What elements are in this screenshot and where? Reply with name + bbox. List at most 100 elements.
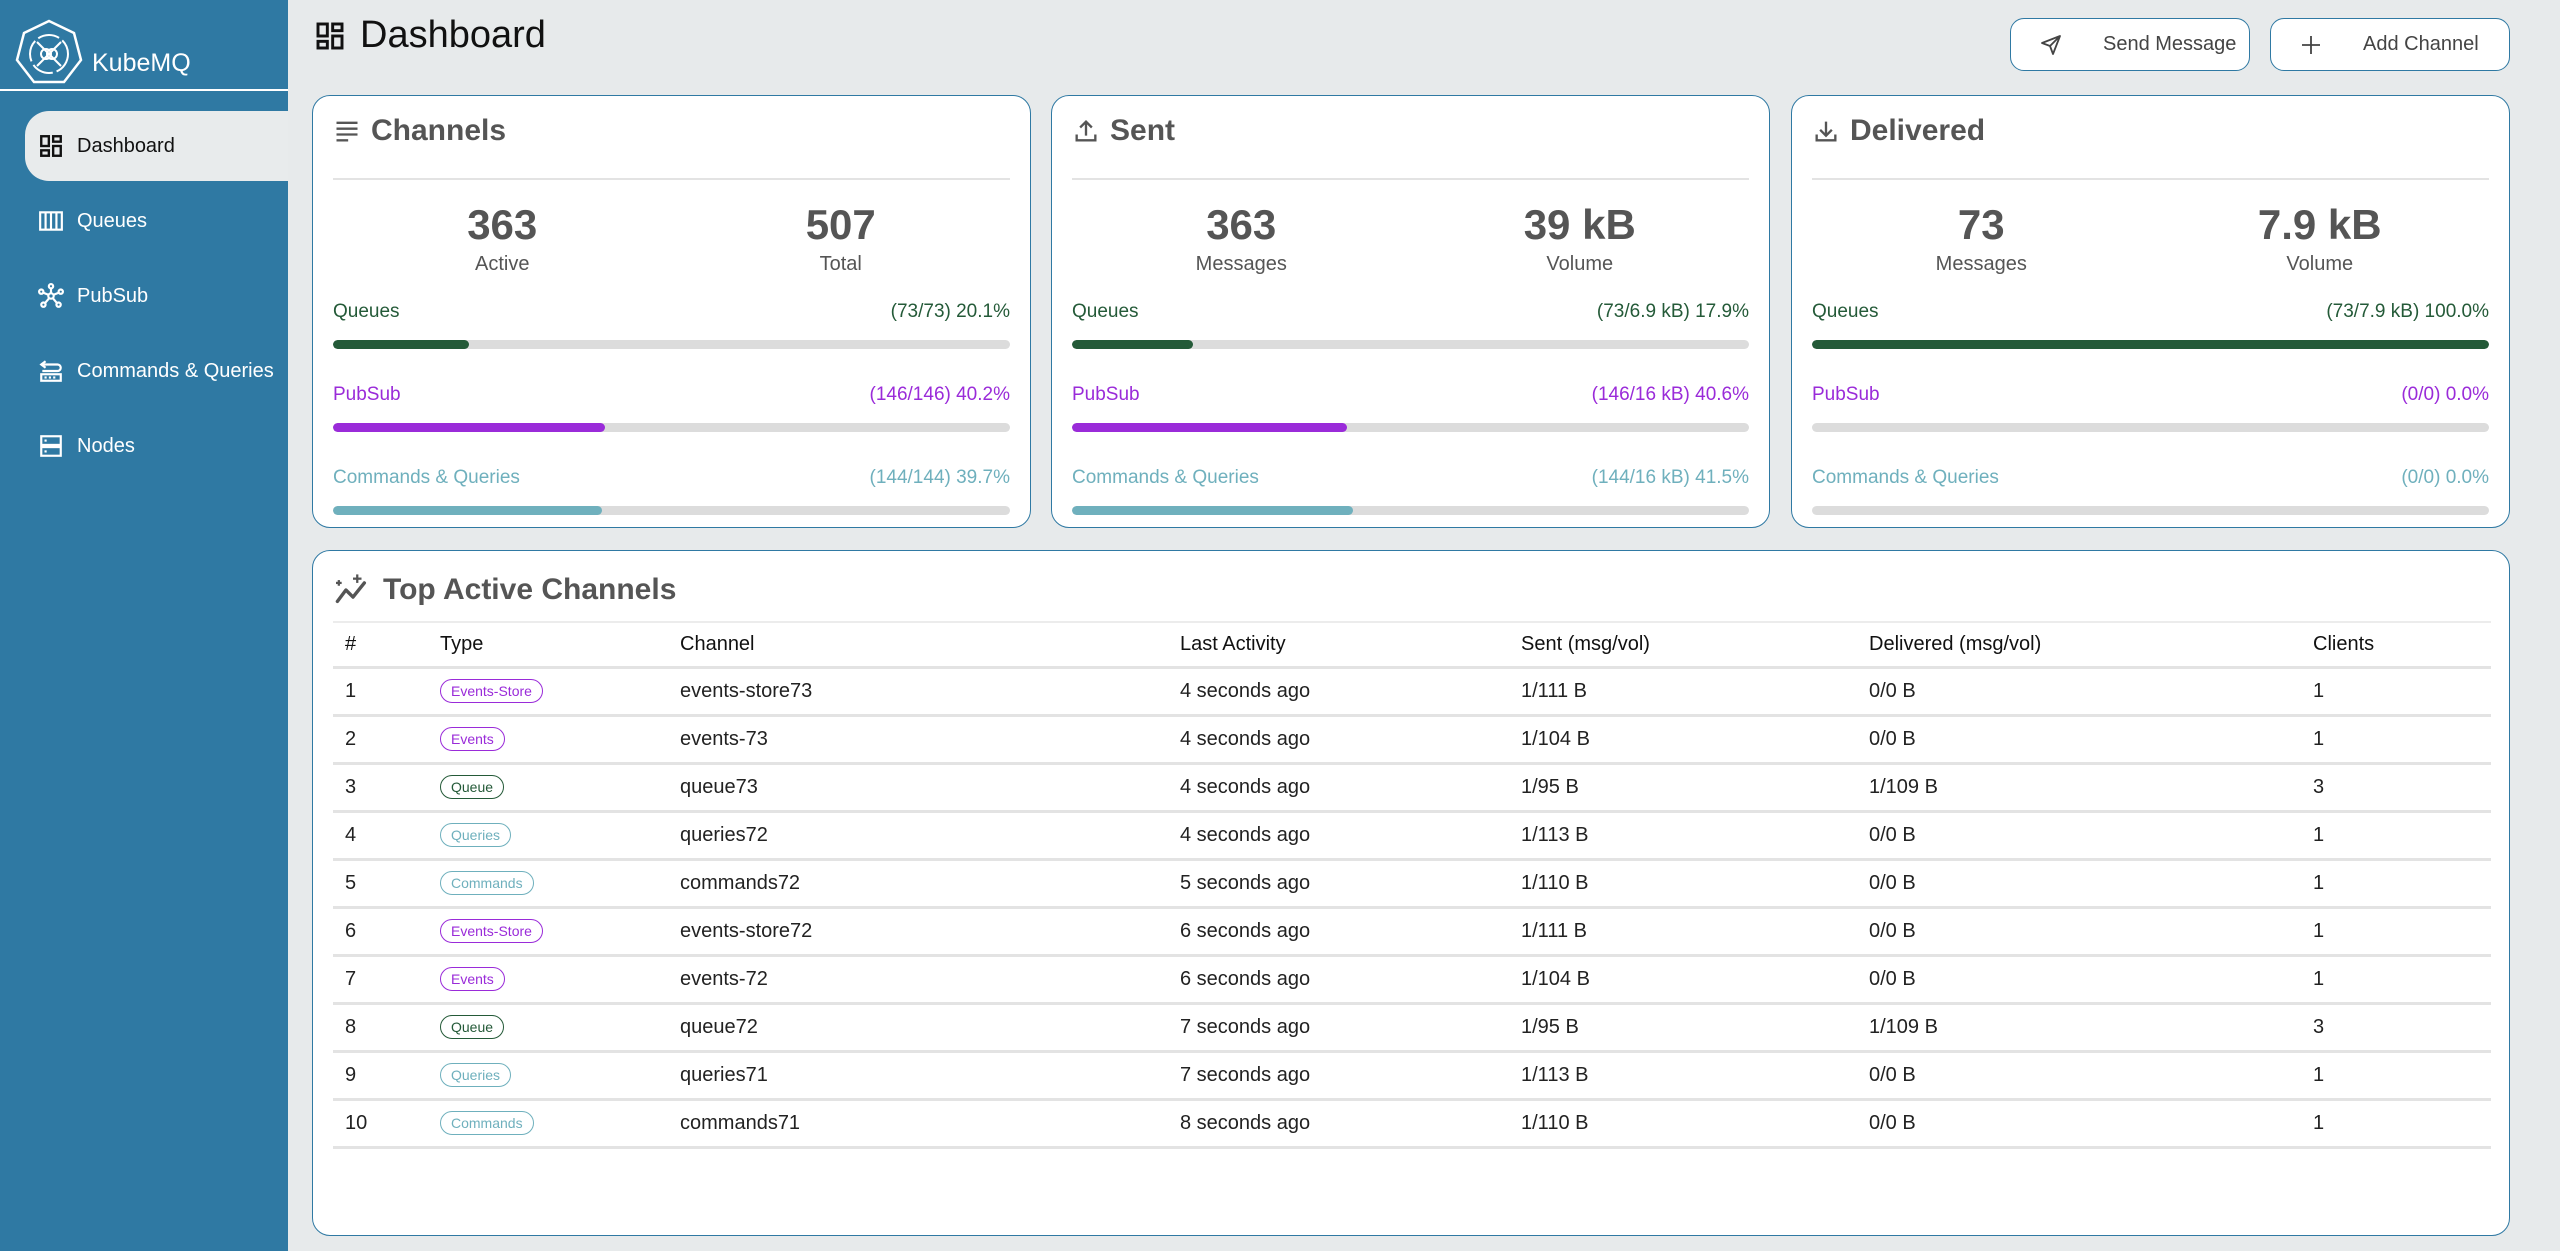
stat-volume: 7.9 kB Volume	[2151, 201, 2490, 276]
bar-label: PubSub	[1072, 384, 1140, 405]
card-header: Top Active Channels	[333, 573, 676, 607]
cell-channel[interactable]: queries72	[668, 811, 1168, 861]
type-badge: Queue	[440, 1015, 505, 1039]
progress-track	[1072, 340, 1749, 349]
col-header-last-activity[interactable]: Last Activity	[1168, 621, 1509, 669]
type-badge: Queries	[440, 823, 512, 847]
bar-row-pubsub: PubSub (146/16 kB) 40.6%	[1072, 381, 1749, 464]
bar-header: PubSub (146/146) 40.2%	[333, 381, 1010, 409]
sidebar-item-dashboard[interactable]: Dashboard	[25, 111, 288, 181]
cell-channel[interactable]: queue73	[668, 763, 1168, 813]
cell-delivered: 0/0 B	[1857, 859, 2301, 909]
logo[interactable]: KubeMQ	[14, 8, 284, 88]
stat-messages: 73 Messages	[1812, 201, 2151, 276]
stats: 73 Messages 7.9 kB Volume	[1812, 201, 2489, 276]
cell-number: 3	[333, 763, 428, 813]
bar-header: PubSub (0/0) 0.0%	[1812, 381, 2489, 409]
cell-clients: 1	[2301, 715, 2491, 765]
bar-row-queues: Queues (73/7.9 kB) 100.0%	[1812, 298, 2489, 381]
logo-divider	[0, 89, 288, 91]
sidebar-item-queues[interactable]: Queues	[25, 186, 288, 256]
cell-channel[interactable]: events-73	[668, 715, 1168, 765]
col-header-sent[interactable]: Sent (msg/vol)	[1509, 621, 1857, 669]
cell-last-activity: 8 seconds ago	[1168, 1099, 1509, 1149]
delivered-card: Delivered 73 Messages 7.9 kB Volume Queu…	[1791, 95, 2510, 528]
stat-value: 507	[805, 201, 876, 248]
cell-channel[interactable]: events-store72	[668, 907, 1168, 957]
bar-row-queues: Queues (73/6.9 kB) 17.9%	[1072, 298, 1749, 381]
sidebar-item-label: Commands & Queries	[77, 359, 274, 382]
bar-header: Queues (73/7.9 kB) 100.0%	[1812, 298, 2489, 326]
cell-last-activity: 7 seconds ago	[1168, 1003, 1509, 1053]
sidebar-item-commands-queries[interactable]: Commands & Queries	[25, 336, 288, 406]
cell-delivered: 0/0 B	[1857, 811, 2301, 861]
bar-detail: (0/0) 0.0%	[2401, 384, 2489, 405]
cell-last-activity: 5 seconds ago	[1168, 859, 1509, 909]
cell-clients: 3	[2301, 763, 2491, 813]
stat-value: 73	[1957, 201, 2005, 248]
stat-label: Volume	[1546, 253, 1614, 275]
table-row[interactable]: 7 Events events-72 6 seconds ago 1/104 B 0/0 …	[333, 955, 2491, 1005]
table-row[interactable]: 2 Events events-73 4 seconds ago 1/104 B 0/0 …	[333, 715, 2491, 765]
cell-clients: 1	[2301, 907, 2491, 957]
cell-last-activity: 6 seconds ago	[1168, 955, 1509, 1005]
table-row[interactable]: 10 Commands commands71 8 seconds ago 1/110 B…	[333, 1099, 2491, 1149]
sidebar-item-pubsub[interactable]: PubSub	[25, 261, 288, 331]
sidebar-item-label: Nodes	[77, 434, 135, 457]
sidebar-item-label: Queues	[77, 209, 148, 232]
cell-sent: 1/95 B	[1509, 763, 1857, 813]
table-row[interactable]: 9 Queries queries71 7 seconds ago 1/113 B 0/0…	[333, 1051, 2491, 1101]
progress-fill	[1812, 340, 2489, 349]
type-badge: Events	[440, 967, 505, 991]
cell-clients: 1	[2301, 1099, 2491, 1149]
card-header: Channels	[333, 114, 506, 148]
cell-type: Queue	[428, 1003, 668, 1053]
page-title: Dashboard	[314, 14, 546, 57]
sidebar-item-nodes[interactable]: Nodes	[25, 411, 288, 481]
card-title: Channels	[371, 114, 507, 147]
cell-type: Queries	[428, 1051, 668, 1101]
cell-sent: 1/104 B	[1509, 715, 1857, 765]
cell-channel[interactable]: commands72	[668, 859, 1168, 909]
table-body: 1 Events-Store events-store73 4 seconds ago…	[333, 667, 2491, 1149]
send-message-button[interactable]: Send Message	[2010, 18, 2250, 71]
progress-track	[1072, 423, 1749, 432]
stat-total: 507 Total	[672, 201, 1011, 276]
type-badge: Events-Store	[440, 919, 543, 943]
table-row[interactable]: 8 Queue queue72 7 seconds ago 1/95 B 1/109 B3	[333, 1003, 2491, 1053]
cell-type: Events	[428, 955, 668, 1005]
cell-number: 6	[333, 907, 428, 957]
cell-channel[interactable]: queries71	[668, 1051, 1168, 1101]
progress-track	[1072, 506, 1749, 515]
cell-channel[interactable]: commands71	[668, 1099, 1168, 1149]
cell-sent: 1/113 B	[1509, 1051, 1857, 1101]
table-row[interactable]: 3 Queue queue73 4 seconds ago 1/95 B 1/109 B3	[333, 763, 2491, 813]
cell-channel[interactable]: queue72	[668, 1003, 1168, 1053]
cell-channel[interactable]: events-store73	[668, 667, 1168, 717]
bar-detail: (73/73) 20.1%	[890, 301, 1010, 322]
stat-label: Active	[475, 253, 530, 275]
stat-active: 363 Active	[333, 201, 672, 276]
bar-row-commands-queries: Commands & Queries (144/16 kB) 41.5%	[1072, 464, 1749, 547]
col-header-number[interactable]: #	[333, 621, 428, 669]
bar-label: Queues	[333, 301, 400, 322]
app-name: KubeMQ	[92, 49, 191, 77]
col-header-delivered[interactable]: Delivered (msg/vol)	[1857, 621, 2301, 669]
table-row[interactable]: 6 Events-Store events-store72 6 seconds ago…	[333, 907, 2491, 957]
add-channel-button[interactable]: Add Channel	[2270, 18, 2510, 71]
table-row[interactable]: 1 Events-Store events-store73 4 seconds ago…	[333, 667, 2491, 717]
table-row[interactable]: 5 Commands commands72 5 seconds ago 1/110 B0…	[333, 859, 2491, 909]
progress-bars: Queues (73/73) 20.1% PubSub (146/146) 40.2%…	[333, 298, 1010, 547]
cell-channel[interactable]: events-72	[668, 955, 1168, 1005]
bar-detail: (73/7.9 kB) 100.0%	[2326, 301, 2489, 322]
col-header-type[interactable]: Type	[428, 621, 668, 669]
bar-label: Commands & Queries	[1072, 467, 1259, 488]
cell-clients: 1	[2301, 955, 2491, 1005]
col-header-clients[interactable]: Clients	[2301, 621, 2491, 669]
col-header-channel[interactable]: Channel	[668, 621, 1168, 669]
stat-value: 363	[467, 201, 538, 248]
divider	[1812, 178, 2489, 180]
table-row[interactable]: 4 Queries queries72 4 seconds ago 1/113 B 0/0…	[333, 811, 2491, 861]
type-badge: Commands	[440, 871, 534, 895]
stat-label: Total	[819, 253, 862, 275]
